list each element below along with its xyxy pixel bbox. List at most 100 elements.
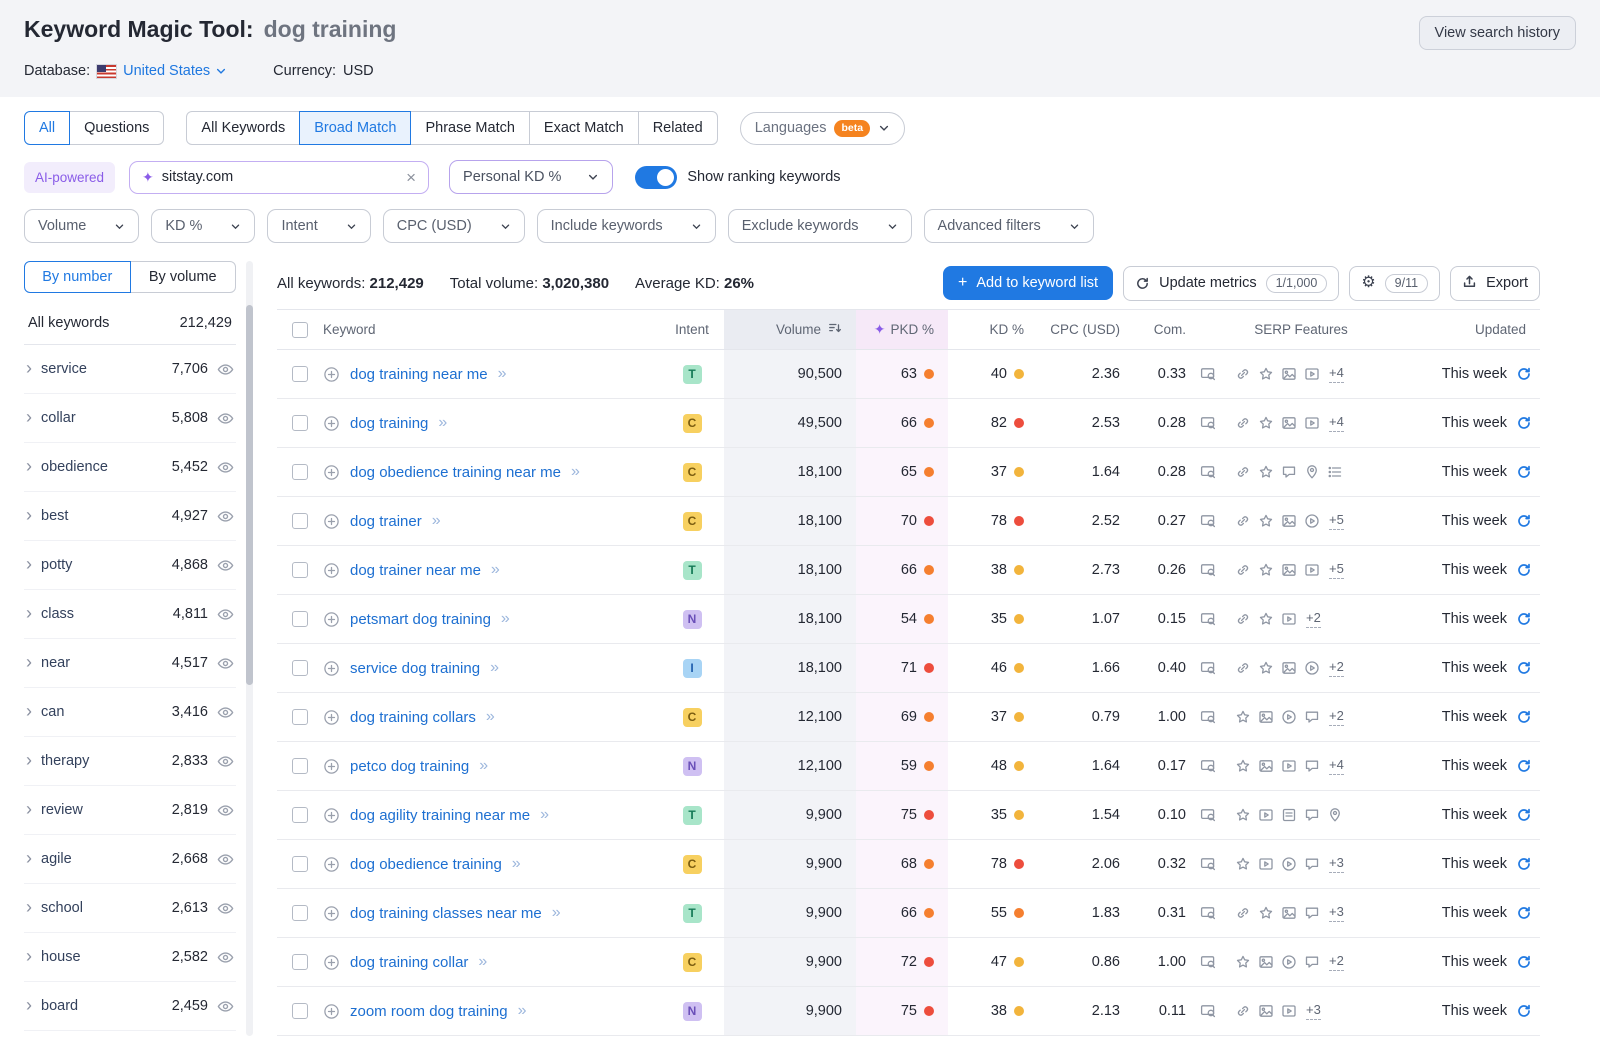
sidebar-group-therapy[interactable]: ›therapy2,833	[24, 737, 236, 786]
column-updated[interactable]: Updated	[1410, 310, 1540, 349]
refresh-icon[interactable]	[1516, 905, 1532, 921]
sidebar-group-board[interactable]: ›board2,459	[24, 982, 236, 1031]
open-keyword-icon[interactable]: »	[512, 855, 521, 873]
sidebar-group-near[interactable]: ›near4,517	[24, 639, 236, 688]
serp-preview-icon[interactable]	[1200, 366, 1216, 382]
serp-more-count[interactable]: +3	[1306, 1002, 1321, 1020]
refresh-icon[interactable]	[1516, 464, 1532, 480]
keyword-link[interactable]: dog obedience training near me	[350, 464, 561, 481]
keyword-link[interactable]: petco dog training	[350, 758, 469, 775]
open-keyword-icon[interactable]: »	[478, 953, 487, 971]
open-keyword-icon[interactable]: »	[498, 365, 507, 383]
reviews-icon[interactable]	[1235, 807, 1251, 823]
intent-badge[interactable]: C	[683, 414, 702, 433]
row-checkbox[interactable]	[292, 366, 308, 382]
database-select[interactable]: United States	[123, 63, 227, 79]
sidebar-group-agile[interactable]: ›agile2,668	[24, 835, 236, 884]
image-pack-icon[interactable]	[1281, 905, 1297, 921]
reviews-icon[interactable]	[1258, 366, 1274, 382]
reviews-icon[interactable]	[1235, 758, 1251, 774]
knowledge-icon[interactable]	[1281, 807, 1297, 823]
faq-icon[interactable]	[1281, 464, 1297, 480]
view-search-history-button[interactable]: View search history	[1419, 16, 1576, 50]
reviews-icon[interactable]	[1235, 954, 1251, 970]
open-keyword-icon[interactable]: »	[479, 757, 488, 775]
intent-badge[interactable]: C	[683, 463, 702, 482]
refresh-icon[interactable]	[1516, 1003, 1532, 1019]
add-keyword-icon[interactable]	[323, 562, 340, 579]
personal-kd-dropdown[interactable]: Personal KD %	[449, 160, 613, 194]
eye-icon[interactable]	[217, 949, 234, 966]
image-pack-icon[interactable]	[1258, 709, 1274, 725]
eye-icon[interactable]	[217, 606, 234, 623]
sitelinks-icon[interactable]	[1235, 366, 1251, 382]
keyword-link[interactable]: dog obedience training	[350, 856, 502, 873]
add-keyword-icon[interactable]	[323, 758, 340, 775]
open-keyword-icon[interactable]: »	[540, 806, 549, 824]
open-keyword-icon[interactable]: »	[501, 610, 510, 628]
add-keyword-icon[interactable]	[323, 464, 340, 481]
add-keyword-icon[interactable]	[323, 807, 340, 824]
eye-icon[interactable]	[217, 900, 234, 917]
faq-icon[interactable]	[1304, 905, 1320, 921]
serp-more-count[interactable]: +2	[1329, 708, 1344, 726]
serp-more-count[interactable]: +5	[1329, 561, 1344, 579]
add-keyword-icon[interactable]	[323, 709, 340, 726]
tab-related[interactable]: Related	[638, 111, 718, 145]
add-keyword-icon[interactable]	[323, 611, 340, 628]
image-pack-icon[interactable]	[1281, 562, 1297, 578]
serp-more-count[interactable]: +2	[1306, 610, 1321, 628]
intent-badge[interactable]: T	[683, 561, 702, 580]
video-icon[interactable]	[1281, 856, 1297, 872]
video-pack-icon[interactable]	[1258, 856, 1274, 872]
video-pack-icon[interactable]	[1304, 562, 1320, 578]
refresh-icon[interactable]	[1516, 611, 1532, 627]
open-keyword-icon[interactable]: »	[486, 708, 495, 726]
eye-icon[interactable]	[217, 998, 234, 1015]
refresh-icon[interactable]	[1516, 954, 1532, 970]
row-checkbox[interactable]	[292, 954, 308, 970]
filter-include-keywords[interactable]: Include keywords	[537, 209, 716, 243]
eye-icon[interactable]	[217, 704, 234, 721]
column-volume[interactable]: Volume	[724, 310, 856, 349]
intent-badge[interactable]: T	[683, 904, 702, 923]
eye-icon[interactable]	[217, 459, 234, 476]
refresh-icon[interactable]	[1516, 513, 1532, 529]
add-keyword-icon[interactable]	[323, 660, 340, 677]
row-checkbox[interactable]	[292, 415, 308, 431]
serp-more-count[interactable]: +4	[1329, 414, 1344, 432]
reviews-icon[interactable]	[1258, 513, 1274, 529]
eye-icon[interactable]	[217, 557, 234, 574]
sitelinks-icon[interactable]	[1235, 660, 1251, 676]
refresh-icon[interactable]	[1516, 709, 1532, 725]
add-keyword-icon[interactable]	[323, 1003, 340, 1020]
serp-more-count[interactable]: +3	[1329, 904, 1344, 922]
update-metrics-button[interactable]: Update metrics 1/1,000	[1123, 266, 1339, 301]
refresh-icon[interactable]	[1516, 415, 1532, 431]
faq-icon[interactable]	[1304, 954, 1320, 970]
serp-more-count[interactable]: +3	[1329, 855, 1344, 873]
refresh-icon[interactable]	[1516, 366, 1532, 382]
image-pack-icon[interactable]	[1258, 954, 1274, 970]
serp-preview-icon[interactable]	[1200, 905, 1216, 921]
serp-preview-icon[interactable]	[1200, 660, 1216, 676]
row-checkbox[interactable]	[292, 611, 308, 627]
intent-badge[interactable]: N	[683, 757, 702, 776]
keyword-link[interactable]: dog training classes near me	[350, 905, 542, 922]
serp-preview-icon[interactable]	[1200, 611, 1216, 627]
refresh-icon[interactable]	[1516, 807, 1532, 823]
faq-icon[interactable]	[1304, 758, 1320, 774]
reviews-icon[interactable]	[1235, 709, 1251, 725]
serp-more-count[interactable]: +2	[1329, 659, 1344, 677]
column-kd[interactable]: KD %	[948, 310, 1030, 349]
eye-icon[interactable]	[217, 361, 234, 378]
serp-more-count[interactable]: +4	[1329, 757, 1344, 775]
open-keyword-icon[interactable]: »	[490, 659, 499, 677]
image-pack-icon[interactable]	[1258, 1003, 1274, 1019]
row-checkbox[interactable]	[292, 562, 308, 578]
sidebar-group-service[interactable]: ›service7,706	[24, 345, 236, 394]
open-keyword-icon[interactable]: »	[518, 1002, 527, 1020]
sort-by-number-button[interactable]: By number	[24, 261, 131, 293]
tab-all[interactable]: All	[24, 111, 70, 145]
row-checkbox[interactable]	[292, 513, 308, 529]
